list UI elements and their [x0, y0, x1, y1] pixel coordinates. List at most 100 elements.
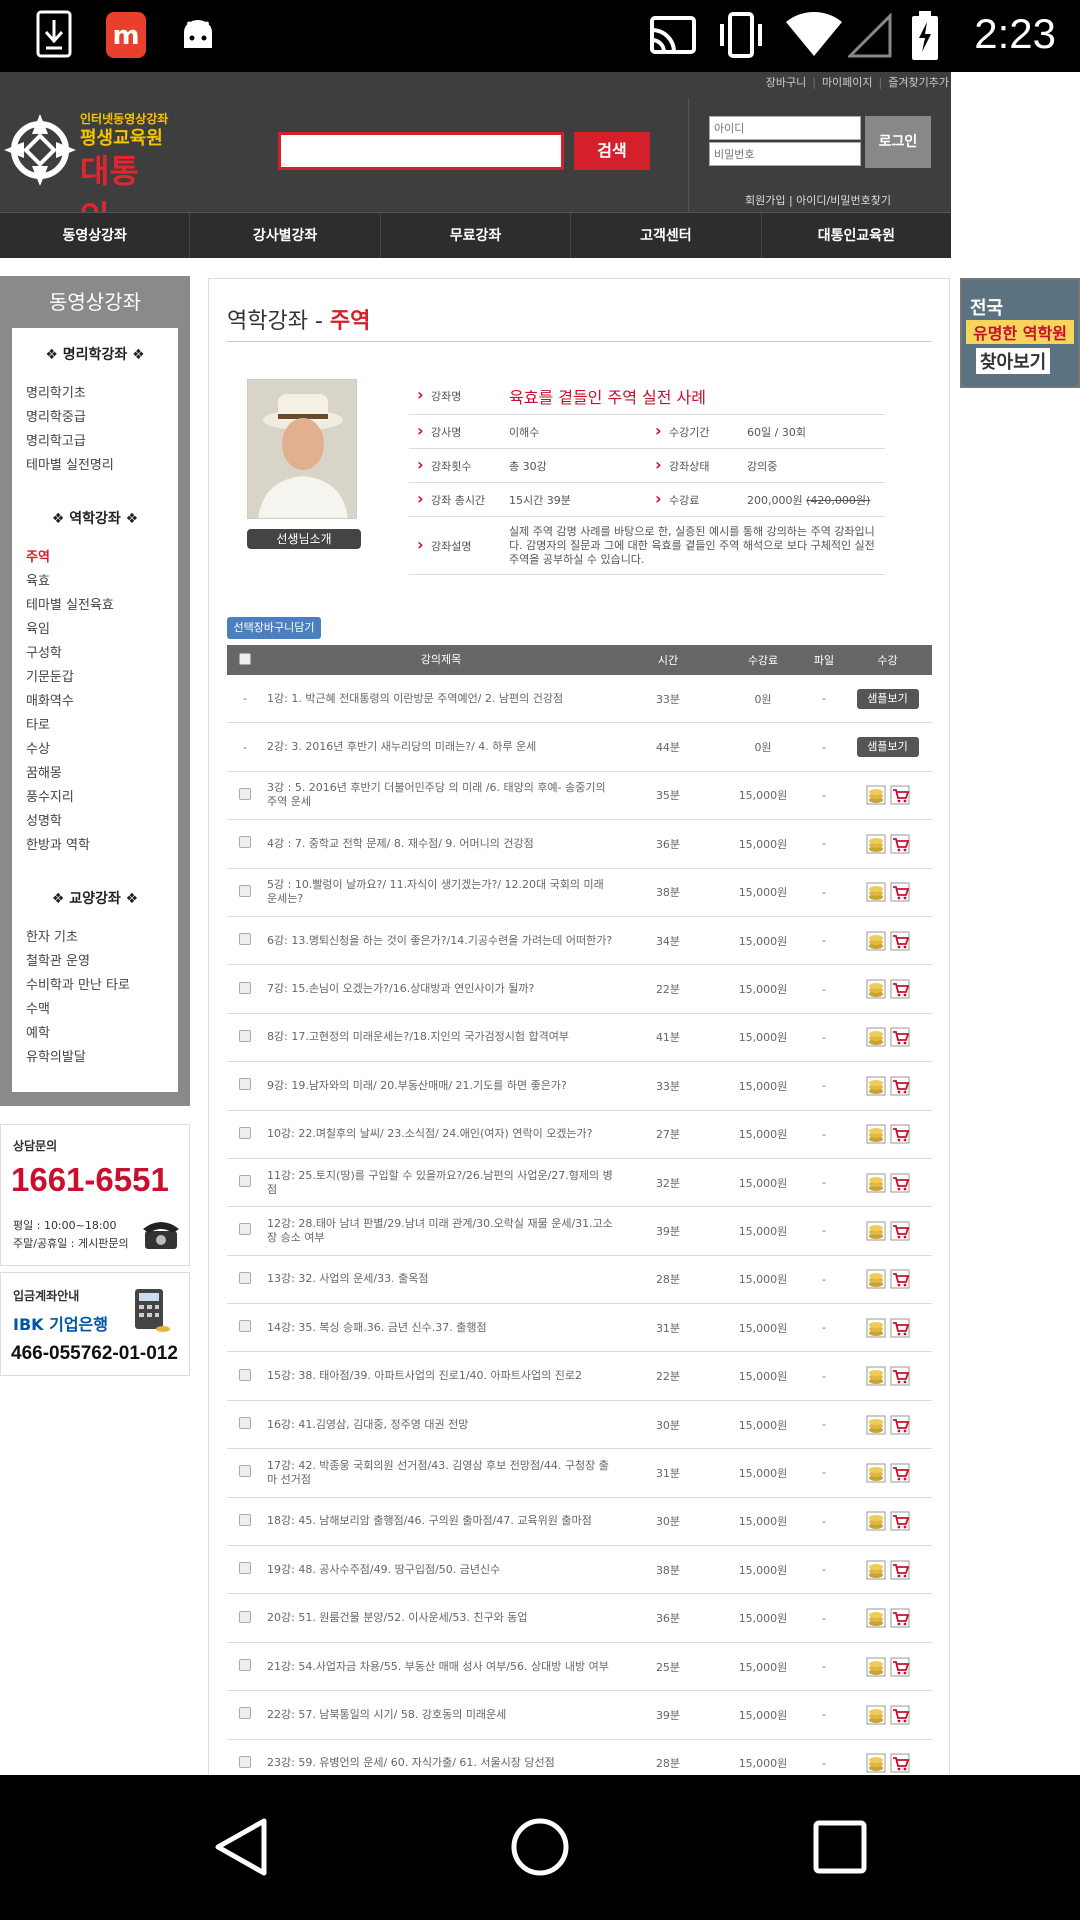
- sidebar-item[interactable]: 예학: [12, 1022, 178, 1046]
- sidebar-item-active[interactable]: 주역: [12, 546, 178, 570]
- sidebar-item[interactable]: 타로: [12, 714, 178, 738]
- buy-coin-icon[interactable]: [866, 979, 886, 999]
- row-checkbox[interactable]: [239, 1320, 251, 1333]
- sidebar-item[interactable]: 철학관 운영: [12, 950, 178, 974]
- bookmark-link[interactable]: 즐겨찾기추가: [888, 74, 949, 90]
- cart-icon[interactable]: [890, 1027, 910, 1047]
- buy-coin-icon[interactable]: [866, 1463, 886, 1483]
- buy-coin-icon[interactable]: [866, 1753, 886, 1773]
- home-icon[interactable]: [510, 1817, 570, 1877]
- row-checkbox[interactable]: [239, 1271, 251, 1284]
- sidebar-item[interactable]: 테마별 실전명리: [12, 454, 178, 478]
- buy-coin-icon[interactable]: [866, 785, 886, 805]
- buy-coin-icon[interactable]: [866, 1027, 886, 1047]
- sidebar-item[interactable]: 명리학기초: [12, 382, 178, 406]
- row-checkbox[interactable]: [239, 981, 251, 994]
- recents-icon[interactable]: [812, 1819, 868, 1875]
- cart-icon[interactable]: [890, 1560, 910, 1580]
- row-checkbox[interactable]: [239, 787, 251, 800]
- buy-coin-icon[interactable]: [866, 1269, 886, 1289]
- contact-phone[interactable]: 1661-6551: [11, 1161, 169, 1199]
- buy-coin-icon[interactable]: [866, 1318, 886, 1338]
- sidebar-item[interactable]: 성명학: [12, 810, 178, 834]
- sidebar-item[interactable]: 테마별 실전육효: [12, 594, 178, 618]
- row-checkbox[interactable]: [239, 884, 251, 897]
- row-checkbox[interactable]: [239, 1610, 251, 1623]
- buy-coin-icon[interactable]: [866, 1511, 886, 1531]
- sidebar-item[interactable]: 한방과 역학: [12, 834, 178, 858]
- cart-icon[interactable]: [890, 1124, 910, 1144]
- sidebar-item[interactable]: 유학의발달: [12, 1046, 178, 1070]
- row-checkbox[interactable]: [239, 1175, 251, 1188]
- find-academy-banner[interactable]: 전국 유명한 역학원 찾아보기: [960, 278, 1080, 388]
- sidebar-item[interactable]: 꿈해몽: [12, 762, 178, 786]
- back-icon[interactable]: [212, 1817, 272, 1877]
- cart-icon[interactable]: [890, 1318, 910, 1338]
- id-field[interactable]: [709, 116, 861, 140]
- search-button[interactable]: 검색: [574, 132, 650, 170]
- cart-icon[interactable]: [890, 1366, 910, 1386]
- sidebar-item[interactable]: 풍수지리: [12, 786, 178, 810]
- nav-customer-center[interactable]: 고객센터: [571, 213, 762, 258]
- cart-icon[interactable]: [890, 834, 910, 854]
- sidebar-item[interactable]: 수비학과 만난 타로: [12, 974, 178, 998]
- sidebar-item[interactable]: 수맥: [12, 998, 178, 1022]
- sample-view-button[interactable]: 샘플보기: [856, 737, 919, 758]
- row-checkbox[interactable]: [239, 1078, 251, 1091]
- buy-coin-icon[interactable]: [866, 1366, 886, 1386]
- cart-icon[interactable]: [890, 1221, 910, 1241]
- teacher-intro-button[interactable]: 선생님소개: [247, 529, 361, 549]
- nav-free-courses[interactable]: 무료강좌: [381, 213, 572, 258]
- buy-coin-icon[interactable]: [866, 882, 886, 902]
- row-checkbox[interactable]: [239, 1659, 251, 1671]
- nav-teacher-courses[interactable]: 강사별강좌: [190, 213, 381, 258]
- buy-coin-icon[interactable]: [866, 1124, 886, 1144]
- buy-coin-icon[interactable]: [866, 1173, 886, 1193]
- buy-coin-icon[interactable]: [866, 1221, 886, 1241]
- cart-link[interactable]: 장바구니: [766, 74, 806, 90]
- row-checkbox[interactable]: [239, 1465, 251, 1478]
- cart-icon[interactable]: [890, 882, 910, 902]
- cart-icon[interactable]: [890, 1415, 910, 1435]
- cart-icon[interactable]: [890, 1705, 910, 1725]
- cart-icon[interactable]: [890, 1608, 910, 1628]
- sidebar-item[interactable]: 명리학고급: [12, 430, 178, 454]
- row-checkbox[interactable]: [239, 1513, 251, 1526]
- login-links[interactable]: 회원가입 | 아이디/비밀번호찾기: [745, 192, 891, 208]
- row-checkbox[interactable]: [239, 1755, 251, 1768]
- buy-coin-icon[interactable]: [866, 1560, 886, 1580]
- sample-view-button[interactable]: 샘플보기: [856, 688, 919, 709]
- sidebar-item[interactable]: 구성학: [12, 642, 178, 666]
- row-checkbox[interactable]: [239, 1223, 251, 1236]
- cart-icon[interactable]: [890, 1753, 910, 1773]
- cart-icon[interactable]: [890, 1511, 910, 1531]
- buy-coin-icon[interactable]: [866, 834, 886, 854]
- search-input[interactable]: [278, 132, 564, 170]
- sidebar-item[interactable]: 기문둔갑: [12, 666, 178, 690]
- nav-video-courses[interactable]: 동영상강좌: [0, 213, 191, 258]
- cart-icon[interactable]: [890, 785, 910, 805]
- sidebar-item[interactable]: 한자 기초: [12, 926, 178, 950]
- cart-icon[interactable]: [890, 1173, 910, 1193]
- login-button[interactable]: 로그인: [865, 116, 931, 168]
- sidebar-item[interactable]: 명리학중급: [12, 406, 178, 430]
- buy-coin-icon[interactable]: [866, 931, 886, 951]
- row-checkbox[interactable]: [239, 1417, 251, 1430]
- password-field[interactable]: [709, 142, 861, 166]
- cart-icon[interactable]: [890, 1269, 910, 1289]
- cart-icon[interactable]: [890, 1076, 910, 1096]
- row-checkbox[interactable]: [239, 1126, 251, 1139]
- row-checkbox[interactable]: [239, 1707, 251, 1720]
- nav-institute[interactable]: 대통인교육원: [762, 213, 951, 258]
- row-checkbox[interactable]: [239, 1368, 251, 1381]
- row-checkbox[interactable]: [239, 933, 251, 946]
- select-all-checkbox[interactable]: [239, 652, 251, 665]
- sidebar-item[interactable]: 육효: [12, 570, 178, 594]
- cart-icon[interactable]: [890, 1657, 910, 1677]
- sidebar-item[interactable]: 매화역수: [12, 690, 178, 714]
- buy-coin-icon[interactable]: [866, 1076, 886, 1096]
- buy-coin-icon[interactable]: [866, 1657, 886, 1677]
- add-selected-to-cart-button[interactable]: 선택장바구니담기: [227, 617, 321, 639]
- cart-icon[interactable]: [890, 1463, 910, 1483]
- mypage-link[interactable]: 마이페이지: [822, 74, 873, 90]
